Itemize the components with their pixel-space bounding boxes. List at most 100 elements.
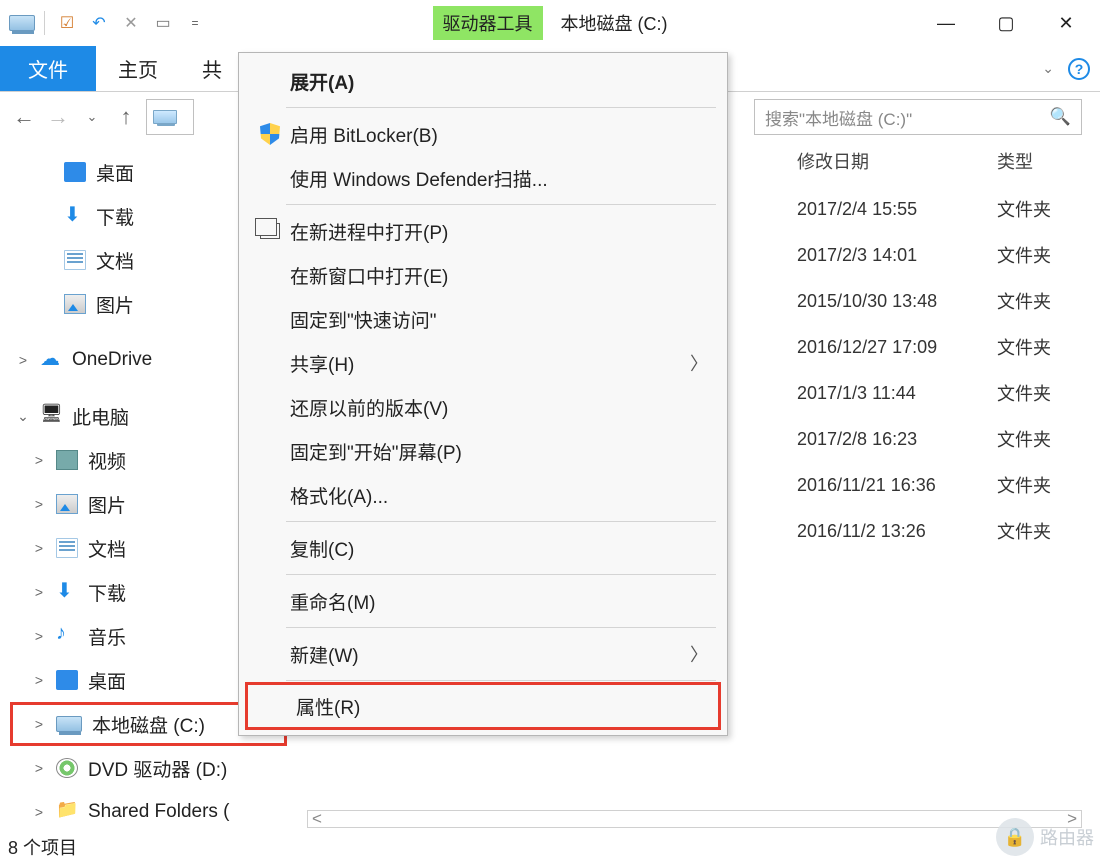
menu-item[interactable]: 固定到"开始"屏幕(P) bbox=[242, 429, 724, 473]
doc-icon bbox=[64, 250, 86, 270]
cell-date: 2016/12/27 17:09 bbox=[797, 337, 997, 358]
tree-caret-icon[interactable]: > bbox=[32, 760, 46, 776]
column-date-modified[interactable]: 修改日期 bbox=[797, 148, 997, 174]
menu-separator bbox=[286, 521, 716, 522]
menu-item-label: 启用 BitLocker(B) bbox=[290, 121, 708, 148]
download-icon bbox=[56, 582, 78, 602]
tree-item-label: 下载 bbox=[88, 579, 126, 606]
file-tab[interactable]: 文件 bbox=[0, 46, 96, 91]
help-icon[interactable]: ? bbox=[1068, 58, 1090, 80]
maximize-button[interactable]: ▢ bbox=[976, 6, 1036, 40]
context-menu: 展开(A) 启用 BitLocker(B) 使用 Windows Defender扫… bbox=[238, 52, 728, 736]
menu-item-label: 固定到"开始"屏幕(P) bbox=[290, 438, 708, 465]
search-icon[interactable]: 🔍 bbox=[1050, 107, 1071, 127]
qat-delete-icon[interactable]: ▭ bbox=[149, 9, 177, 37]
tree-caret-icon[interactable]: > bbox=[32, 540, 46, 556]
menu-separator bbox=[286, 107, 716, 108]
menu-item[interactable]: 还原以前的版本(V) bbox=[242, 385, 724, 429]
tree-item-label: 桌面 bbox=[96, 159, 134, 186]
menu-item-label: 在新窗口中打开(E) bbox=[290, 262, 708, 289]
titlebar: ☑ ↶ ✕ ▭ = 驱动器工具 本地磁盘 (C:) — ▢ ✕ bbox=[0, 0, 1100, 46]
qat-redo-icon[interactable]: ✕ bbox=[117, 9, 145, 37]
menu-item[interactable]: 属性(R) bbox=[248, 685, 718, 727]
tree-pc-dvd[interactable]: >DVD 驱动器 (D:) bbox=[10, 746, 287, 790]
tree-item-label: 视频 bbox=[88, 447, 126, 474]
menu-item[interactable]: 在新进程中打开(P) bbox=[242, 209, 724, 253]
tree-caret-icon[interactable]: > bbox=[16, 352, 30, 368]
menu-item[interactable]: 重命名(M) bbox=[242, 579, 724, 623]
horizontal-scrollbar[interactable]: < > bbox=[307, 810, 1082, 828]
menu-item[interactable]: 共享(H)〉 bbox=[242, 341, 724, 385]
menu-item[interactable]: 启用 BitLocker(B) bbox=[242, 112, 724, 156]
tree-item-label: 此电脑 bbox=[72, 403, 129, 430]
tree-item-label: 图片 bbox=[88, 491, 126, 518]
cell-type: 文件夹 bbox=[997, 288, 1087, 314]
table-row[interactable]: 2017/2/4 15:55文件夹 bbox=[797, 186, 1100, 232]
qat-undo-icon[interactable]: ↶ bbox=[85, 9, 113, 37]
cell-type: 文件夹 bbox=[997, 380, 1087, 406]
tree-caret-icon[interactable]: > bbox=[32, 672, 46, 688]
forward-button[interactable]: → bbox=[44, 104, 72, 130]
up-button[interactable]: ↑ bbox=[112, 104, 140, 130]
table-row[interactable]: 2017/2/8 16:23文件夹 bbox=[797, 416, 1100, 462]
table-row[interactable]: 2017/2/3 14:01文件夹 bbox=[797, 232, 1100, 278]
menu-item-label: 还原以前的版本(V) bbox=[290, 394, 708, 421]
menu-item-label: 复制(C) bbox=[290, 535, 708, 562]
qat-properties-icon[interactable]: ☑ bbox=[53, 9, 81, 37]
tree-item-label: 图片 bbox=[96, 291, 134, 318]
table-row[interactable]: 2016/11/21 16:36文件夹 bbox=[797, 462, 1100, 508]
minimize-button[interactable]: — bbox=[916, 6, 976, 40]
tree-item-label: 文档 bbox=[96, 247, 134, 274]
scroll-left-icon[interactable]: < bbox=[308, 809, 326, 829]
pic-icon bbox=[56, 494, 78, 514]
menu-item[interactable]: 复制(C) bbox=[242, 526, 724, 570]
table-row[interactable]: 2015/10/30 13:48文件夹 bbox=[797, 278, 1100, 324]
ribbon-collapse-icon[interactable]: ⌄ bbox=[1042, 60, 1054, 77]
tree-caret-icon[interactable]: > bbox=[32, 716, 46, 732]
contextual-tab-label: 驱动器工具 bbox=[433, 6, 543, 40]
share-tab[interactable]: 共 bbox=[180, 46, 244, 91]
doc-icon bbox=[56, 538, 78, 558]
watermark-text: 路由器 bbox=[1040, 824, 1094, 850]
desktop-icon bbox=[64, 162, 86, 182]
menu-item[interactable]: 展开(A) bbox=[242, 59, 724, 103]
qat-dropdown-icon[interactable]: = bbox=[181, 9, 209, 37]
drive-icon bbox=[153, 110, 177, 124]
download-icon bbox=[64, 206, 86, 226]
tree-caret-icon[interactable]: > bbox=[32, 452, 46, 468]
menu-item[interactable]: 格式化(A)... bbox=[242, 473, 724, 517]
tree-caret-icon[interactable]: > bbox=[32, 804, 46, 820]
menu-separator bbox=[286, 204, 716, 205]
app-icon[interactable] bbox=[8, 9, 36, 37]
menu-item-label: 展开(A) bbox=[290, 68, 708, 95]
tree-pc-shared[interactable]: > Shared Folders ( bbox=[10, 790, 287, 832]
table-row[interactable]: 2017/1/3 11:44文件夹 bbox=[797, 370, 1100, 416]
tree-caret-icon[interactable]: ⌄ bbox=[16, 408, 30, 425]
back-button[interactable]: ← bbox=[10, 104, 38, 130]
column-headers: 修改日期 类型 bbox=[797, 142, 1100, 180]
home-tab[interactable]: 主页 bbox=[96, 46, 180, 91]
table-row[interactable]: 2016/11/2 13:26文件夹 bbox=[797, 508, 1100, 554]
menu-item[interactable]: 新建(W)〉 bbox=[242, 632, 724, 676]
menu-item[interactable]: 固定到"快速访问" bbox=[242, 297, 724, 341]
column-type[interactable]: 类型 bbox=[997, 148, 1087, 174]
close-button[interactable]: ✕ bbox=[1036, 6, 1096, 40]
address-bar[interactable] bbox=[146, 99, 194, 135]
tree-caret-icon[interactable]: > bbox=[32, 496, 46, 512]
table-row[interactable]: 2016/12/27 17:09文件夹 bbox=[797, 324, 1100, 370]
menu-item[interactable]: 在新窗口中打开(E) bbox=[242, 253, 724, 297]
search-placeholder: 搜索"本地磁盘 (C:)" bbox=[765, 105, 912, 130]
cell-date: 2017/2/3 14:01 bbox=[797, 245, 997, 266]
tree-caret-icon[interactable]: > bbox=[32, 584, 46, 600]
tree-item-label: Shared Folders ( bbox=[88, 801, 230, 823]
cell-date: 2017/1/3 11:44 bbox=[797, 383, 997, 404]
cell-date: 2016/11/21 16:36 bbox=[797, 475, 997, 496]
menu-item[interactable]: 使用 Windows Defender扫描... bbox=[242, 156, 724, 200]
tree-caret-icon[interactable]: > bbox=[32, 628, 46, 644]
quick-access-toolbar: ☑ ↶ ✕ ▭ = bbox=[4, 9, 209, 37]
cell-type: 文件夹 bbox=[997, 196, 1087, 222]
pc-icon bbox=[40, 406, 62, 426]
recent-dropdown-icon[interactable]: ⌄ bbox=[78, 109, 106, 125]
search-box[interactable]: 搜索"本地磁盘 (C:)" 🔍 bbox=[754, 99, 1082, 135]
menu-item-label: 重命名(M) bbox=[290, 588, 708, 615]
